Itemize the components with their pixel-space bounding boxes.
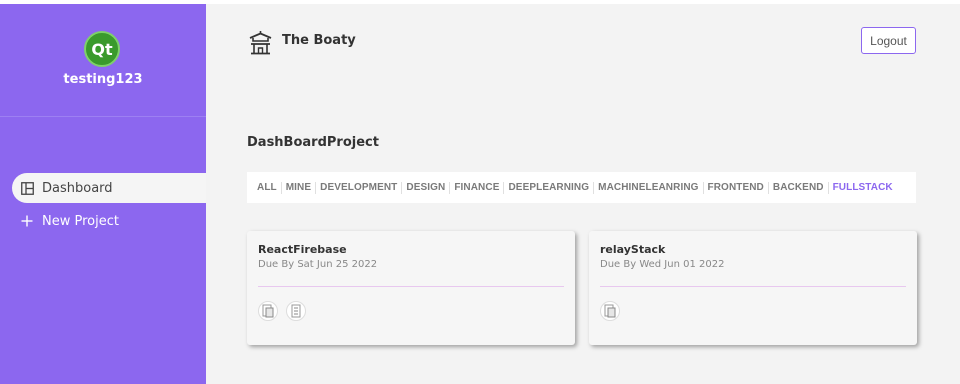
- tab-deeplearning[interactable]: DEEPLEARNING: [503, 181, 593, 194]
- tab-mine[interactable]: MINE: [280, 181, 315, 194]
- project-due-date: Due By Sat Jun 25 2022: [258, 259, 378, 270]
- project-card[interactable]: relayStack Due By Wed Jun 01 2022: [589, 231, 917, 345]
- temple-icon: [248, 30, 273, 59]
- layout-icon: [20, 181, 34, 195]
- tab-finance[interactable]: FINANCE: [449, 181, 503, 194]
- sidebar-item-new-project[interactable]: New Project: [12, 206, 206, 236]
- avatar: [600, 301, 620, 321]
- logout-button[interactable]: Logout: [861, 27, 916, 54]
- tab-backend[interactable]: BACKEND: [767, 181, 828, 194]
- tab-design[interactable]: DESIGN: [401, 181, 449, 194]
- sidebar-item-label: Dashboard: [42, 180, 113, 196]
- plus-icon: [20, 214, 34, 228]
- tab-frontend[interactable]: FRONTEND: [702, 181, 768, 194]
- sidebar-item-label: New Project: [42, 213, 119, 229]
- qt-logo: Qt: [84, 31, 120, 67]
- divider: [258, 286, 564, 287]
- avatar: [286, 301, 306, 321]
- username: testing123: [63, 72, 143, 87]
- project-due-date: Due By Wed Jun 01 2022: [600, 259, 725, 270]
- category-tabs: ALL MINE DEVELOPMENT DESIGN FINANCE DEEP…: [247, 172, 916, 203]
- project-name: ReactFirebase: [258, 243, 347, 256]
- member-avatars: [600, 301, 628, 321]
- sidebar-brand: Qt testing123: [0, 4, 206, 117]
- member-avatars: [258, 301, 314, 321]
- tab-fullstack[interactable]: FULLSTACK: [827, 181, 897, 194]
- project-card[interactable]: ReactFirebase Due By Sat Jun 25 2022: [247, 231, 575, 345]
- app-title: The Boaty: [282, 33, 356, 48]
- tab-machineleanring[interactable]: MACHINELEANRING: [593, 181, 702, 194]
- page-title: DashBoardProject: [247, 135, 379, 150]
- project-name: relayStack: [600, 243, 666, 256]
- sidebar: Qt testing123 Dashboard New Project: [0, 4, 206, 384]
- tab-all[interactable]: ALL: [257, 182, 281, 194]
- avatar: [258, 301, 278, 321]
- sidebar-item-dashboard[interactable]: Dashboard: [12, 173, 206, 203]
- tab-development[interactable]: DEVELOPMENT: [315, 181, 401, 194]
- divider: [600, 286, 906, 287]
